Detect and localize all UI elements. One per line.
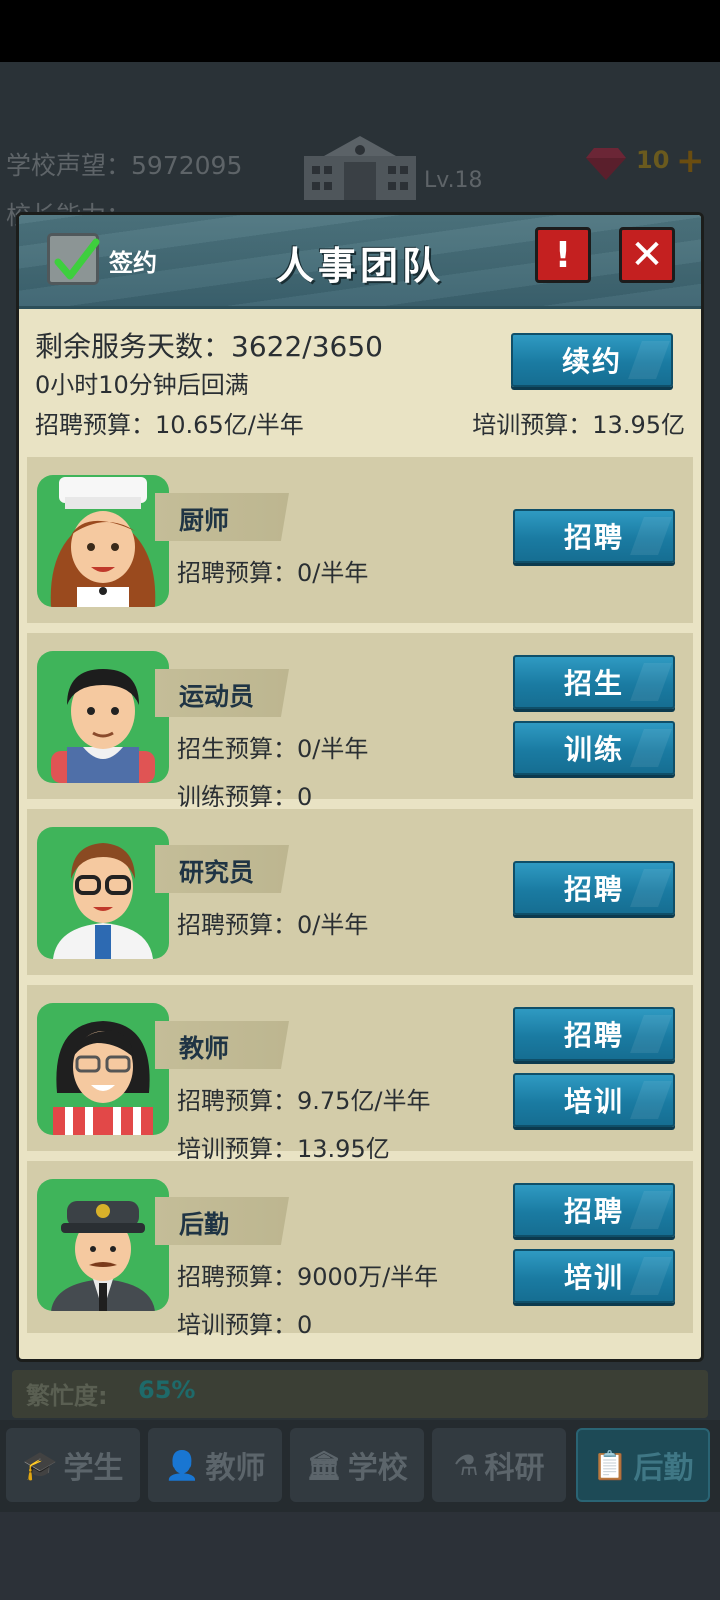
- researcher-recruit-button[interactable]: 招聘: [513, 861, 675, 915]
- tab-school[interactable]: 🏛 学校: [290, 1428, 424, 1502]
- prosperity-value: 65%: [138, 1376, 196, 1404]
- school-level: Lv.18: [424, 168, 483, 193]
- budget-value: 9000万/半年: [297, 1263, 439, 1291]
- athlete-avatar: [37, 651, 169, 783]
- logistics-train-button[interactable]: 培训: [513, 1249, 675, 1303]
- student-icon: 🎓: [22, 1448, 58, 1482]
- reputation-readout: 学校声望：5972095: [6, 146, 242, 182]
- recruit-budget: 招聘预算：9.75亿/半年: [177, 1081, 431, 1116]
- staff-card-researcher: 研究员 招聘预算：0/半年 招聘: [25, 807, 695, 977]
- athlete-enroll-button[interactable]: 招生: [513, 655, 675, 709]
- staff-card-logistics: 后勤 招聘预算：9000万/半年 培训预算：0 招聘 培训: [25, 1159, 695, 1339]
- flask-icon: ⚗: [453, 1448, 479, 1482]
- training-budget-label: 培训预算：: [472, 411, 593, 439]
- contract-summary: 剩余服务天数：3622/3650 0小时10分钟后回满 续约 招聘预算：10.6…: [19, 309, 701, 455]
- dialog-header: 签约 人事团队 ! ✕: [19, 215, 701, 309]
- total-recruit-budget: 招聘预算：10.65亿/半年: [35, 405, 304, 440]
- logistics-recruit-button[interactable]: 招聘: [513, 1183, 675, 1237]
- tab-label: 学校: [347, 1451, 408, 1486]
- role-name: 后勤: [179, 1210, 230, 1239]
- chef-avatar: [37, 475, 169, 607]
- refill-timer: 0小时10分钟后回满: [35, 371, 249, 399]
- budget-label: 招生预算：: [177, 735, 297, 763]
- role-name: 运动员: [179, 682, 255, 711]
- remaining-value: 3622/3650: [231, 330, 383, 363]
- school-building-icon[interactable]: [300, 132, 420, 202]
- training-budget: 培训预算：0: [177, 1305, 312, 1340]
- training-budget-value: 13.95亿: [592, 411, 685, 439]
- budget-value: 0/半年: [297, 559, 369, 587]
- close-button[interactable]: ✕: [619, 227, 675, 283]
- tab-label: 教师: [205, 1451, 266, 1486]
- budget-value: 0: [297, 1311, 313, 1339]
- gem-count: 10: [636, 146, 670, 174]
- budget-value: 9.75亿/半年: [297, 1087, 431, 1115]
- prosperity-label: 繁忙度:: [26, 1382, 108, 1410]
- tab-research[interactable]: ⚗ 科研: [432, 1428, 566, 1502]
- budget-label: 招聘预算：: [177, 1263, 297, 1291]
- remaining-label: 剩余服务天数：: [35, 330, 232, 363]
- role-name: 教师: [179, 1034, 230, 1063]
- tab-logistics[interactable]: 📋 后勤: [576, 1428, 710, 1502]
- budget-label: 招聘预算：: [177, 559, 297, 587]
- budget-value: 0/半年: [297, 735, 369, 763]
- athlete-train-button[interactable]: 训练: [513, 721, 675, 775]
- renew-button[interactable]: 续约: [511, 333, 673, 387]
- gem-icon: [586, 146, 626, 180]
- staff-card-athlete: 运动员 招生预算：0/半年 训练预算：0 招生 训练: [25, 631, 695, 811]
- logistics-avatar: [37, 1179, 169, 1311]
- teacher-recruit-button[interactable]: 招聘: [513, 1007, 675, 1061]
- clipboard-icon: 📋: [592, 1448, 628, 1482]
- budget-label: 招聘预算：: [177, 1087, 297, 1115]
- remaining-days: 剩余服务天数：3622/3650: [35, 325, 383, 365]
- reputation-value: 5972095: [131, 151, 243, 180]
- teacher-icon: 👤: [164, 1448, 200, 1482]
- budget-value: 0/半年: [297, 911, 369, 939]
- staff-card-teacher: 教师 招聘预算：9.75亿/半年 培训预算：13.95亿 招聘 培训: [25, 983, 695, 1163]
- budget-label: 培训预算：: [177, 1311, 297, 1339]
- tab-label: 学生: [63, 1451, 124, 1486]
- status-bar: [0, 0, 720, 62]
- tab-label: 后勤: [633, 1451, 694, 1486]
- enroll-budget: 招生预算：0/半年: [177, 729, 368, 764]
- total-training-budget: 培训预算：13.95亿: [472, 405, 685, 440]
- recruit-budget: 招聘预算：0/半年: [177, 905, 368, 940]
- hr-team-dialog: 签约 人事团队 ! ✕ 剩余服务天数：3622/3650 0小时10分钟后回满 …: [16, 212, 704, 1362]
- info-button[interactable]: !: [535, 227, 591, 283]
- recruit-budget-label: 招聘预算：: [35, 411, 155, 439]
- system-nav-area: [0, 1512, 720, 1600]
- role-name: 研究员: [179, 858, 255, 887]
- recruit-budget: 招聘预算：9000万/半年: [177, 1257, 438, 1292]
- chef-recruit-button[interactable]: 招聘: [513, 509, 675, 563]
- dialog-title: 人事团队: [275, 244, 444, 288]
- school-icon: 🏛: [306, 1448, 342, 1482]
- staff-card-chef: 厨师 招聘预算：0/半年 招聘: [25, 455, 695, 625]
- teacher-avatar: [37, 1003, 169, 1135]
- budget-label: 招聘预算：: [177, 911, 297, 939]
- recruit-budget-value: 10.65亿/半年: [155, 411, 304, 439]
- add-gems-button[interactable]: +: [676, 144, 705, 178]
- tab-label: 科研: [484, 1451, 545, 1486]
- prosperity-bar: 繁忙度: 65%: [12, 1370, 708, 1418]
- reputation-label: 学校声望：: [6, 151, 132, 180]
- bottom-tab-bar: 🎓 学生 👤 教师 🏛 学校 ⚗ 科研 📋 后勤: [0, 1420, 720, 1512]
- recruit-budget: 招聘预算：0/半年: [177, 553, 368, 588]
- tab-teachers[interactable]: 👤 教师: [148, 1428, 282, 1502]
- teacher-train-button[interactable]: 培训: [513, 1073, 675, 1127]
- tab-students[interactable]: 🎓 学生: [6, 1428, 140, 1502]
- role-name: 厨师: [179, 506, 230, 535]
- researcher-avatar: [37, 827, 169, 959]
